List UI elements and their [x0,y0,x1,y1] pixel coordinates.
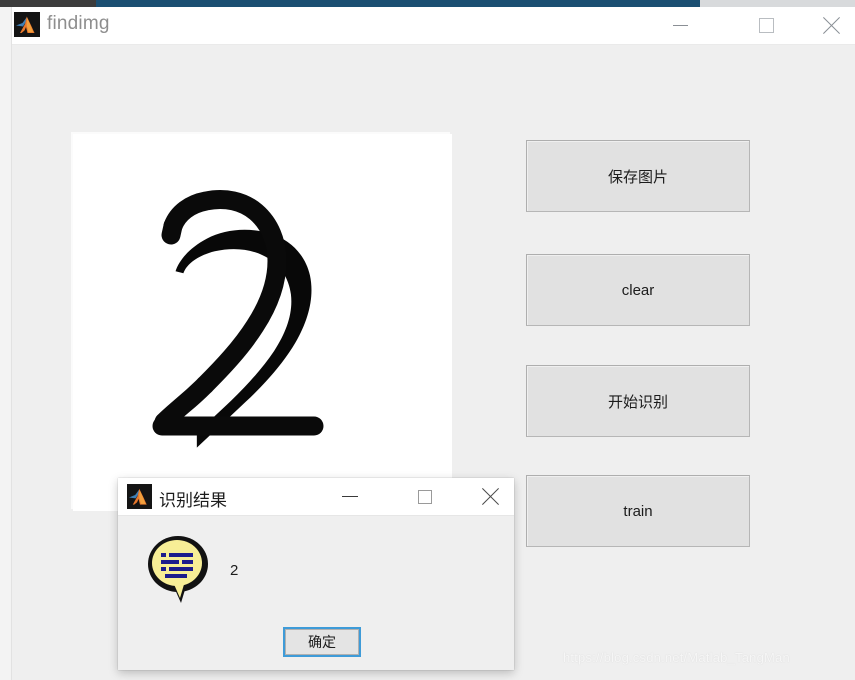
start-recognition-button-label: 开始识别 [607,393,668,411]
background-window-strip-left [0,0,96,7]
minimize-button[interactable] [657,7,703,44]
dialog-message-text: 2 [230,562,239,579]
dialog-titlebar: 识别结果 [118,478,514,516]
drawing-canvas[interactable] [73,134,452,511]
client-area: 保存图片 clear 开始识别 train 识别结果 2 确定 [12,45,855,680]
dialog-close-button[interactable] [468,478,512,515]
maximize-icon [418,489,432,504]
background-window-strip-right [700,0,855,7]
speech-bubble-info-icon [143,533,215,605]
dialog-maximize-button[interactable] [403,478,447,515]
save-image-button[interactable]: 保存图片 [526,140,750,212]
close-icon [821,16,841,36]
close-icon [480,487,500,507]
maximize-button[interactable] [743,7,789,44]
clear-button[interactable]: clear [526,254,750,326]
minimize-icon [672,25,688,26]
recognition-result-dialog: 识别结果 2 确定 [118,478,514,670]
matlab-logo-icon [127,484,152,509]
train-button[interactable]: train [526,475,750,547]
close-button[interactable] [808,7,854,44]
window-titlebar: findimg [12,7,855,45]
page-title: findimg [47,13,110,34]
minimize-icon [342,496,358,497]
clear-button-label: clear [621,281,655,299]
train-button-label: train [623,502,653,520]
save-image-button-label: 保存图片 [607,168,668,186]
dialog-title: 识别结果 [159,491,227,510]
start-recognition-button[interactable]: 开始识别 [526,365,750,437]
ok-button-label: 确定 [285,629,359,655]
matlab-logo-icon [14,12,40,37]
ok-button[interactable]: 确定 [283,627,361,657]
watermark-text: https://blog.csdn.net/Matlab_TangMan [563,650,790,665]
app-window: findimg 保存图片 clear 开始识别 train 识别结果 2 确定 [12,7,855,680]
maximize-icon [758,18,774,33]
dialog-minimize-button[interactable] [328,478,372,515]
dialog-body: 2 确定 [118,516,514,670]
